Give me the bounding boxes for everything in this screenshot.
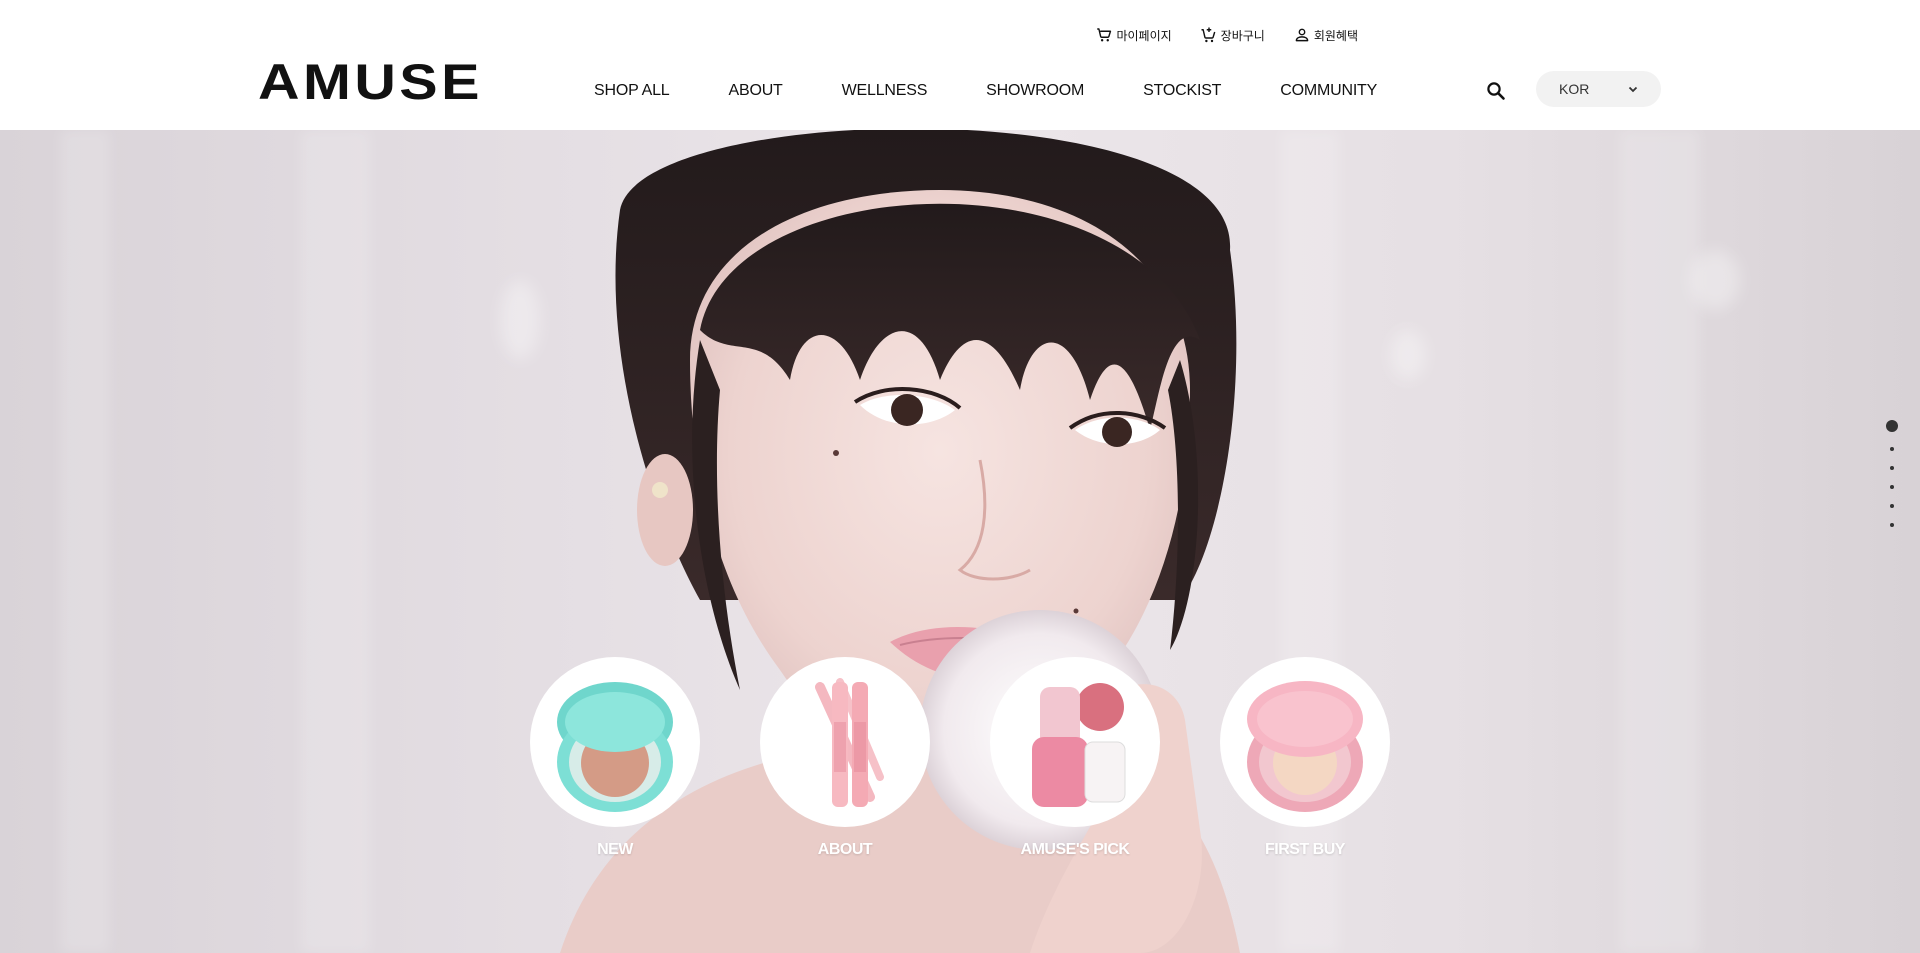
site-header: AMUSE SHOP ALL ABOUT WELLNESS SHOWROOM S… [0,0,1920,130]
quick-link-amuses-pick[interactable]: AMUSE'S PICK [990,657,1160,859]
main-nav: SHOP ALL ABOUT WELLNESS SHOWROOM STOCKIS… [594,82,1436,100]
cart-label: 장바구니 [1220,28,1265,43]
quick-link-label: AMUSE'S PICK [1020,841,1130,858]
slide-dot-3[interactable] [1890,466,1894,470]
slide-dot-6[interactable] [1890,523,1894,527]
quick-link-label: NEW [597,841,633,858]
brand-logo[interactable]: AMUSE [258,57,483,107]
slide-dot-2[interactable] [1890,447,1894,451]
benefits-label: 회원혜택 [1313,28,1358,43]
lip-tint-bottle-image [990,657,1160,827]
slide-pagination [1886,420,1898,527]
person-icon [1295,28,1309,42]
cart-icon [1097,28,1112,42]
quick-link-label: ABOUT [817,841,873,858]
quick-links: NEW ABOUT AMUSE'S PICK FIRST BUY [530,657,1450,859]
mypage-label: 마이페이지 [1116,28,1172,43]
hero-banner[interactable]: NEW ABOUT AMUSE'S PICK FIRST BUY [0,130,1920,953]
chevron-down-icon [1628,86,1638,93]
search-button[interactable] [1484,79,1508,103]
slide-dot-1[interactable] [1886,420,1898,432]
nav-community[interactable]: COMMUNITY [1280,82,1377,100]
nav-stockist[interactable]: STOCKIST [1143,82,1221,100]
slide-dot-5[interactable] [1890,504,1894,508]
nav-wellness[interactable]: WELLNESS [842,82,928,100]
quick-link-label: FIRST BUY [1265,841,1345,858]
utility-links: 마이페이지 장바구니 회원혜택 [1095,26,1358,44]
quick-link-new[interactable]: NEW [530,657,700,859]
language-select[interactable]: KOR [1536,71,1661,107]
mypage-link[interactable]: 마이페이지 [1095,26,1172,44]
cart-link[interactable]: 장바구니 [1200,26,1265,44]
language-value: KOR [1559,81,1590,97]
nav-showroom[interactable]: SHOWROOM [986,82,1084,100]
cushion-compact-mint-image [530,657,700,827]
lip-liner-pencils-image [760,657,930,827]
search-icon [1487,82,1505,100]
benefits-link[interactable]: 회원혜택 [1293,26,1358,44]
nav-about[interactable]: ABOUT [729,82,783,100]
slide-dot-4[interactable] [1890,485,1894,489]
quick-link-first-buy[interactable]: FIRST BUY [1220,657,1390,859]
cart-add-icon [1201,27,1216,43]
cushion-compact-pink-image [1220,657,1390,827]
nav-shop-all[interactable]: SHOP ALL [594,82,670,100]
quick-link-about[interactable]: ABOUT [760,657,930,859]
